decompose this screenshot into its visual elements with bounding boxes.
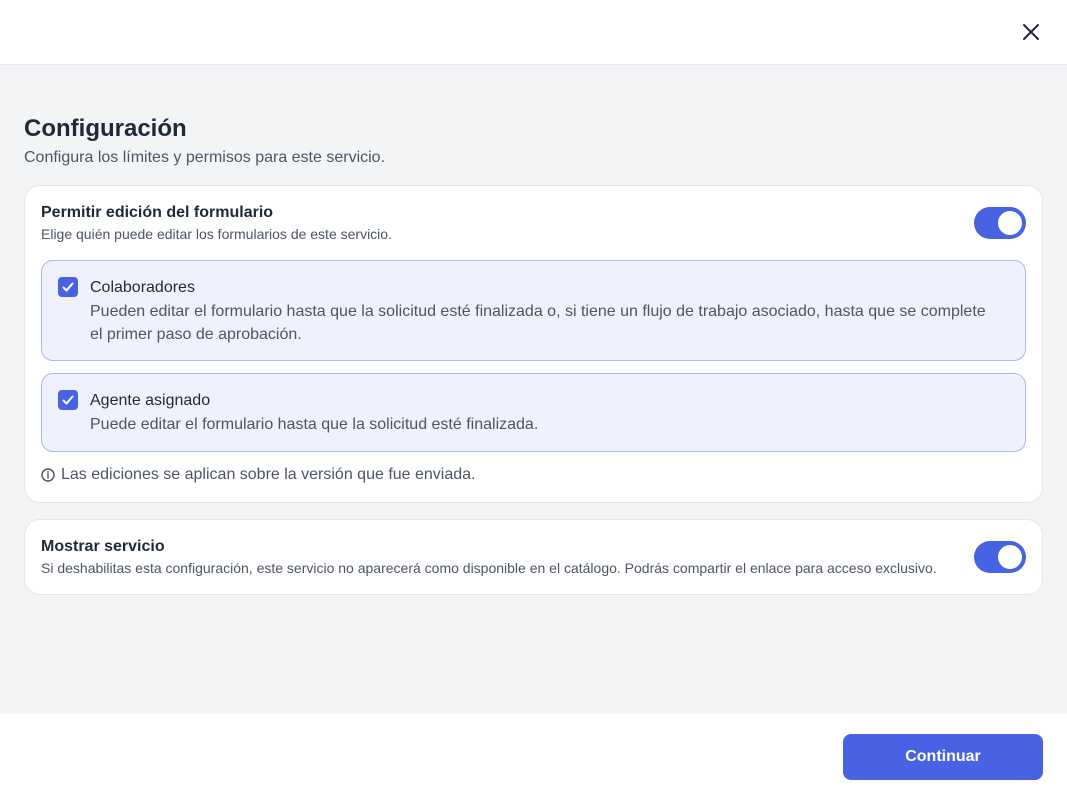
show-service-title: Mostrar servicio (41, 538, 165, 555)
form-edit-card: Permitir edición del formulario Elige qu… (24, 185, 1043, 503)
check-icon (62, 282, 74, 292)
info-icon (41, 468, 55, 482)
option-collaborators[interactable]: Colaboradores Pueden editar el formulari… (41, 260, 1026, 361)
close-icon[interactable] (1021, 22, 1041, 42)
page-title: Configuración (24, 115, 187, 142)
settings-panel: Configuración Configura los límites y pe… (0, 65, 1067, 714)
assigned-agent-checkbox[interactable] (58, 390, 78, 410)
footer-bar: Continuar (0, 714, 1067, 800)
option-assigned-agent[interactable]: Agente asignado Puede editar el formular… (41, 373, 1026, 452)
collaborators-label: Colaboradores (90, 279, 195, 296)
assigned-agent-label: Agente asignado (90, 392, 211, 409)
toggle-knob (998, 211, 1022, 235)
form-edit-toggle[interactable] (974, 207, 1026, 239)
show-service-card: Mostrar servicio Si deshabilitas esta co… (24, 519, 1043, 595)
edit-info-text: Las ediciones se aplican sobre la versió… (61, 466, 476, 483)
show-service-description: Si deshabilitas esta configuración, este… (41, 560, 937, 576)
collaborators-description: Pueden editar el formulario hasta que la… (90, 303, 986, 343)
collaborators-checkbox[interactable] (58, 277, 78, 297)
form-edit-description: Elige quién puede editar los formularios… (41, 226, 392, 242)
check-icon (62, 395, 74, 405)
show-service-toggle[interactable] (974, 541, 1026, 573)
page-subtitle: Configura los límites y permisos para es… (24, 149, 386, 166)
top-bar (0, 0, 1067, 65)
continue-button[interactable]: Continuar (843, 734, 1043, 780)
toggle-knob (998, 545, 1022, 569)
form-edit-title: Permitir edición del formulario (41, 204, 274, 221)
assigned-agent-description: Puede editar el formulario hasta que la … (90, 416, 539, 433)
